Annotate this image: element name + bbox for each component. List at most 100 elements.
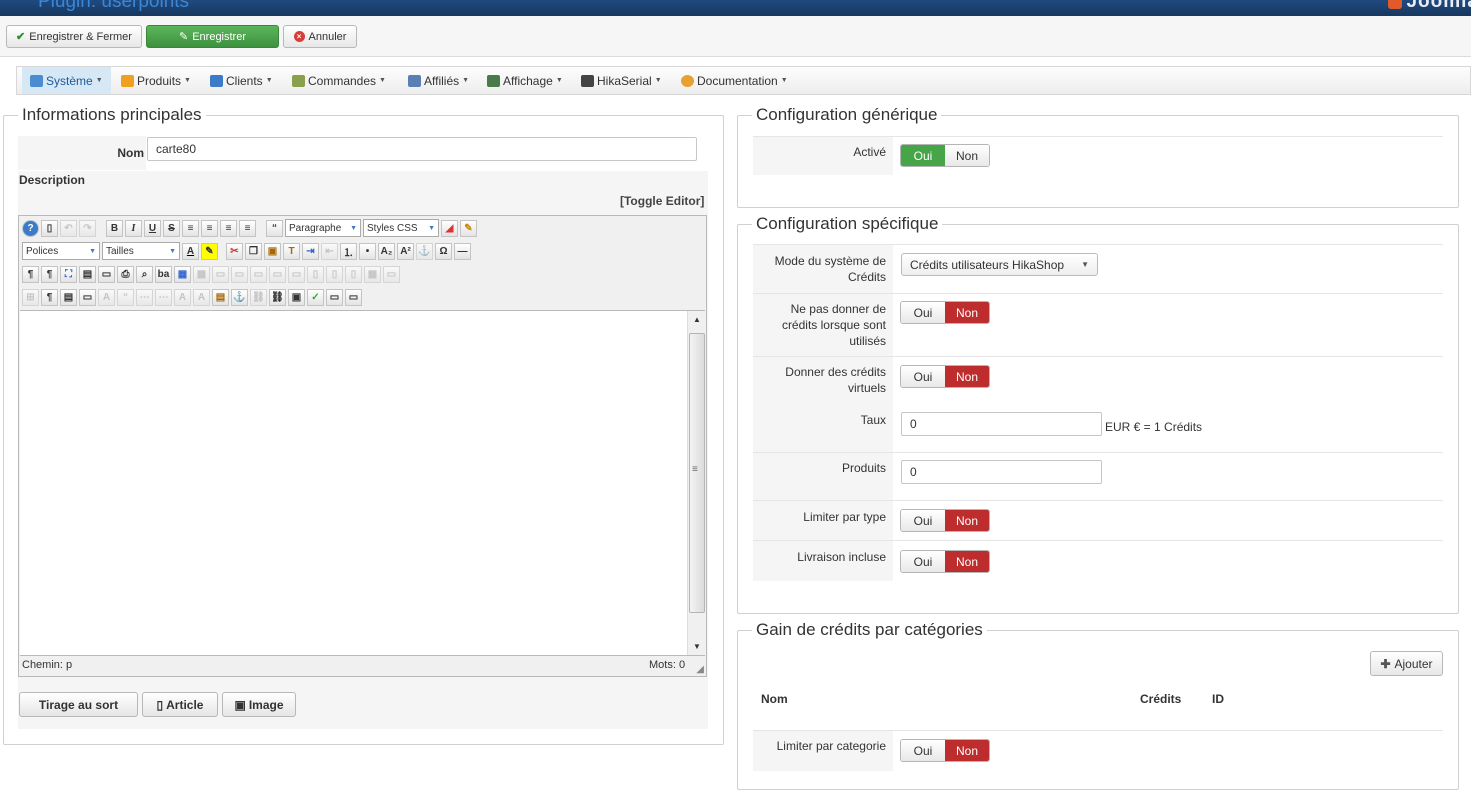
cancel-button[interactable]: × Annuler bbox=[283, 25, 357, 48]
table-props-icon[interactable]: ▭ bbox=[383, 265, 400, 283]
menu-affilies[interactable]: Affiliés ▼ bbox=[408, 67, 469, 94]
align-left-icon[interactable]: ≡ bbox=[220, 219, 237, 237]
products-input[interactable]: 0 bbox=[901, 460, 1102, 484]
table-col-icon[interactable]: ▯ bbox=[307, 265, 324, 283]
cite-icon[interactable]: “ bbox=[117, 288, 134, 306]
fullscreen-icon[interactable]: ⛶ bbox=[60, 265, 77, 283]
undo-icon[interactable]: ↶ bbox=[60, 219, 77, 237]
anchor-icon[interactable]: ⚓ bbox=[416, 242, 433, 260]
underline-icon[interactable]: U bbox=[144, 219, 161, 237]
table-row-after-icon[interactable]: ▭ bbox=[269, 265, 286, 283]
no-credits-yes[interactable]: Oui bbox=[901, 302, 945, 323]
menu-systeme[interactable]: Système ▼ bbox=[22, 67, 111, 94]
bold-icon[interactable]: B bbox=[106, 219, 123, 237]
eraser-icon[interactable]: ◢ bbox=[441, 219, 458, 237]
abbr-icon[interactable]: ⋯ bbox=[136, 288, 153, 306]
virtual-credits-no[interactable]: Non bbox=[945, 366, 989, 387]
unlink-icon[interactable]: ⛓ bbox=[250, 288, 267, 306]
subscript-icon[interactable]: A₂ bbox=[378, 242, 395, 260]
editor-scrollbar[interactable]: ▲ ≡ ▼ bbox=[687, 311, 705, 655]
strikethrough-icon[interactable]: S bbox=[163, 219, 180, 237]
anchor-insert-icon[interactable]: ⚓ bbox=[231, 288, 248, 306]
help-icon[interactable]: ? bbox=[22, 219, 39, 237]
menu-commandes[interactable]: Commandes ▼ bbox=[292, 67, 386, 94]
shipping-toggle[interactable]: Oui Non bbox=[900, 550, 990, 573]
sizes-select[interactable]: Tailles ▼ bbox=[102, 242, 180, 260]
style-icon[interactable]: A bbox=[98, 288, 115, 306]
menu-hikaserial[interactable]: HikaSerial ▼ bbox=[581, 67, 662, 94]
random-button[interactable]: Tirage au sort bbox=[19, 692, 138, 717]
ltr-icon[interactable]: ¶ bbox=[22, 265, 39, 283]
special-char-icon[interactable]: Ω bbox=[435, 242, 452, 260]
copy-icon[interactable]: ❐ bbox=[245, 242, 262, 260]
acronym-icon[interactable]: ⋯ bbox=[155, 288, 172, 306]
scroll-down-icon[interactable]: ▼ bbox=[693, 642, 701, 651]
active-toggle[interactable]: Oui Non bbox=[900, 144, 990, 167]
find-icon[interactable]: ⌕ bbox=[136, 265, 153, 283]
add-category-button[interactable]: ✚ Ajouter bbox=[1370, 651, 1443, 676]
blockquote-icon[interactable]: “ bbox=[266, 219, 283, 237]
limit-type-toggle[interactable]: Oui Non bbox=[900, 509, 990, 532]
limit-category-toggle[interactable]: Oui Non bbox=[900, 739, 990, 762]
image-button[interactable]: ▣ Image bbox=[222, 692, 296, 717]
link-icon[interactable]: ⛓ bbox=[269, 288, 286, 306]
align-justify-icon[interactable]: ≡ bbox=[182, 219, 199, 237]
credit-mode-select[interactable]: Crédits utilisateurs HikaShop ▼ bbox=[901, 253, 1098, 276]
virtual-credits-toggle[interactable]: Oui Non bbox=[900, 365, 990, 388]
outdent-icon[interactable]: ⇤ bbox=[321, 242, 338, 260]
table-icon[interactable]: ▦ bbox=[364, 265, 381, 283]
shipping-no[interactable]: Non bbox=[945, 551, 989, 572]
paste-icon[interactable]: ▣ bbox=[264, 242, 281, 260]
toggle-editor-link[interactable]: [Toggle Editor] bbox=[620, 194, 704, 208]
rtl-icon[interactable]: ¶ bbox=[41, 265, 58, 283]
attributes-icon[interactable]: ▤ bbox=[212, 288, 229, 306]
numbered-list-icon[interactable]: ⒈ bbox=[340, 242, 357, 260]
table-col-after-icon[interactable]: ▯ bbox=[326, 265, 343, 283]
print-icon[interactable]: ⎙ bbox=[117, 265, 134, 283]
resize-handle-icon[interactable]: ◢ bbox=[696, 664, 704, 675]
name-field[interactable]: carte80 bbox=[147, 137, 697, 161]
limit-type-no[interactable]: Non bbox=[945, 510, 989, 531]
paste-text-icon[interactable]: T bbox=[283, 242, 300, 260]
menu-clients[interactable]: Clients ▼ bbox=[210, 67, 273, 94]
active-no[interactable]: Non bbox=[945, 145, 989, 166]
limit-type-yes[interactable]: Oui bbox=[901, 510, 945, 531]
scroll-up-icon[interactable]: ▲ bbox=[693, 315, 701, 324]
nonbreaking-icon[interactable]: ▭ bbox=[79, 288, 96, 306]
spellcheck-icon[interactable]: ✓ bbox=[307, 288, 324, 306]
no-credits-toggle[interactable]: Oui Non bbox=[900, 301, 990, 324]
source-icon[interactable]: ▭ bbox=[345, 288, 362, 306]
table-delete-col-icon[interactable]: ▯ bbox=[345, 265, 362, 283]
text-color-icon[interactable]: A bbox=[182, 242, 199, 260]
menu-produits[interactable]: Produits ▼ bbox=[121, 67, 191, 94]
template-icon[interactable]: ▤ bbox=[79, 265, 96, 283]
preview-icon[interactable]: ▭ bbox=[98, 265, 115, 283]
active-yes[interactable]: Oui bbox=[901, 145, 945, 166]
ins-icon[interactable]: A bbox=[193, 288, 210, 306]
table-row-icon[interactable]: ▭ bbox=[250, 265, 267, 283]
article-button[interactable]: ▯ Article bbox=[142, 692, 218, 717]
limit-category-yes[interactable]: Oui bbox=[901, 740, 945, 761]
visual-aid-icon[interactable]: ⊞ bbox=[22, 288, 39, 306]
rate-input[interactable]: 0 bbox=[901, 412, 1102, 436]
insert-layer-icon[interactable]: ▦ bbox=[174, 265, 191, 283]
highlight-color-icon[interactable]: ✎ bbox=[201, 242, 218, 260]
superscript-icon[interactable]: A² bbox=[397, 242, 414, 260]
media-icon[interactable]: ▭ bbox=[326, 288, 343, 306]
menu-affichage[interactable]: Affichage ▼ bbox=[487, 67, 563, 94]
align-center-icon[interactable]: ≡ bbox=[201, 219, 218, 237]
del-icon[interactable]: A bbox=[174, 288, 191, 306]
redo-icon[interactable]: ↷ bbox=[79, 219, 96, 237]
page-break-icon[interactable]: ▤ bbox=[60, 288, 77, 306]
cleanup-icon[interactable]: ✎ bbox=[460, 219, 477, 237]
menu-documentation[interactable]: Documentation ▼ bbox=[681, 67, 788, 94]
indent-icon[interactable]: ⇥ bbox=[302, 242, 319, 260]
image-insert-icon[interactable]: ▣ bbox=[288, 288, 305, 306]
cut-icon[interactable]: ✂ bbox=[226, 242, 243, 260]
align-right-icon[interactable]: ≡ bbox=[239, 219, 256, 237]
table-delete-row-icon[interactable]: ▭ bbox=[288, 265, 305, 283]
bullet-list-icon[interactable]: • bbox=[359, 242, 376, 260]
no-credits-no[interactable]: Non bbox=[945, 302, 989, 323]
shipping-yes[interactable]: Oui bbox=[901, 551, 945, 572]
move-backward-icon[interactable]: ▭ bbox=[231, 265, 248, 283]
